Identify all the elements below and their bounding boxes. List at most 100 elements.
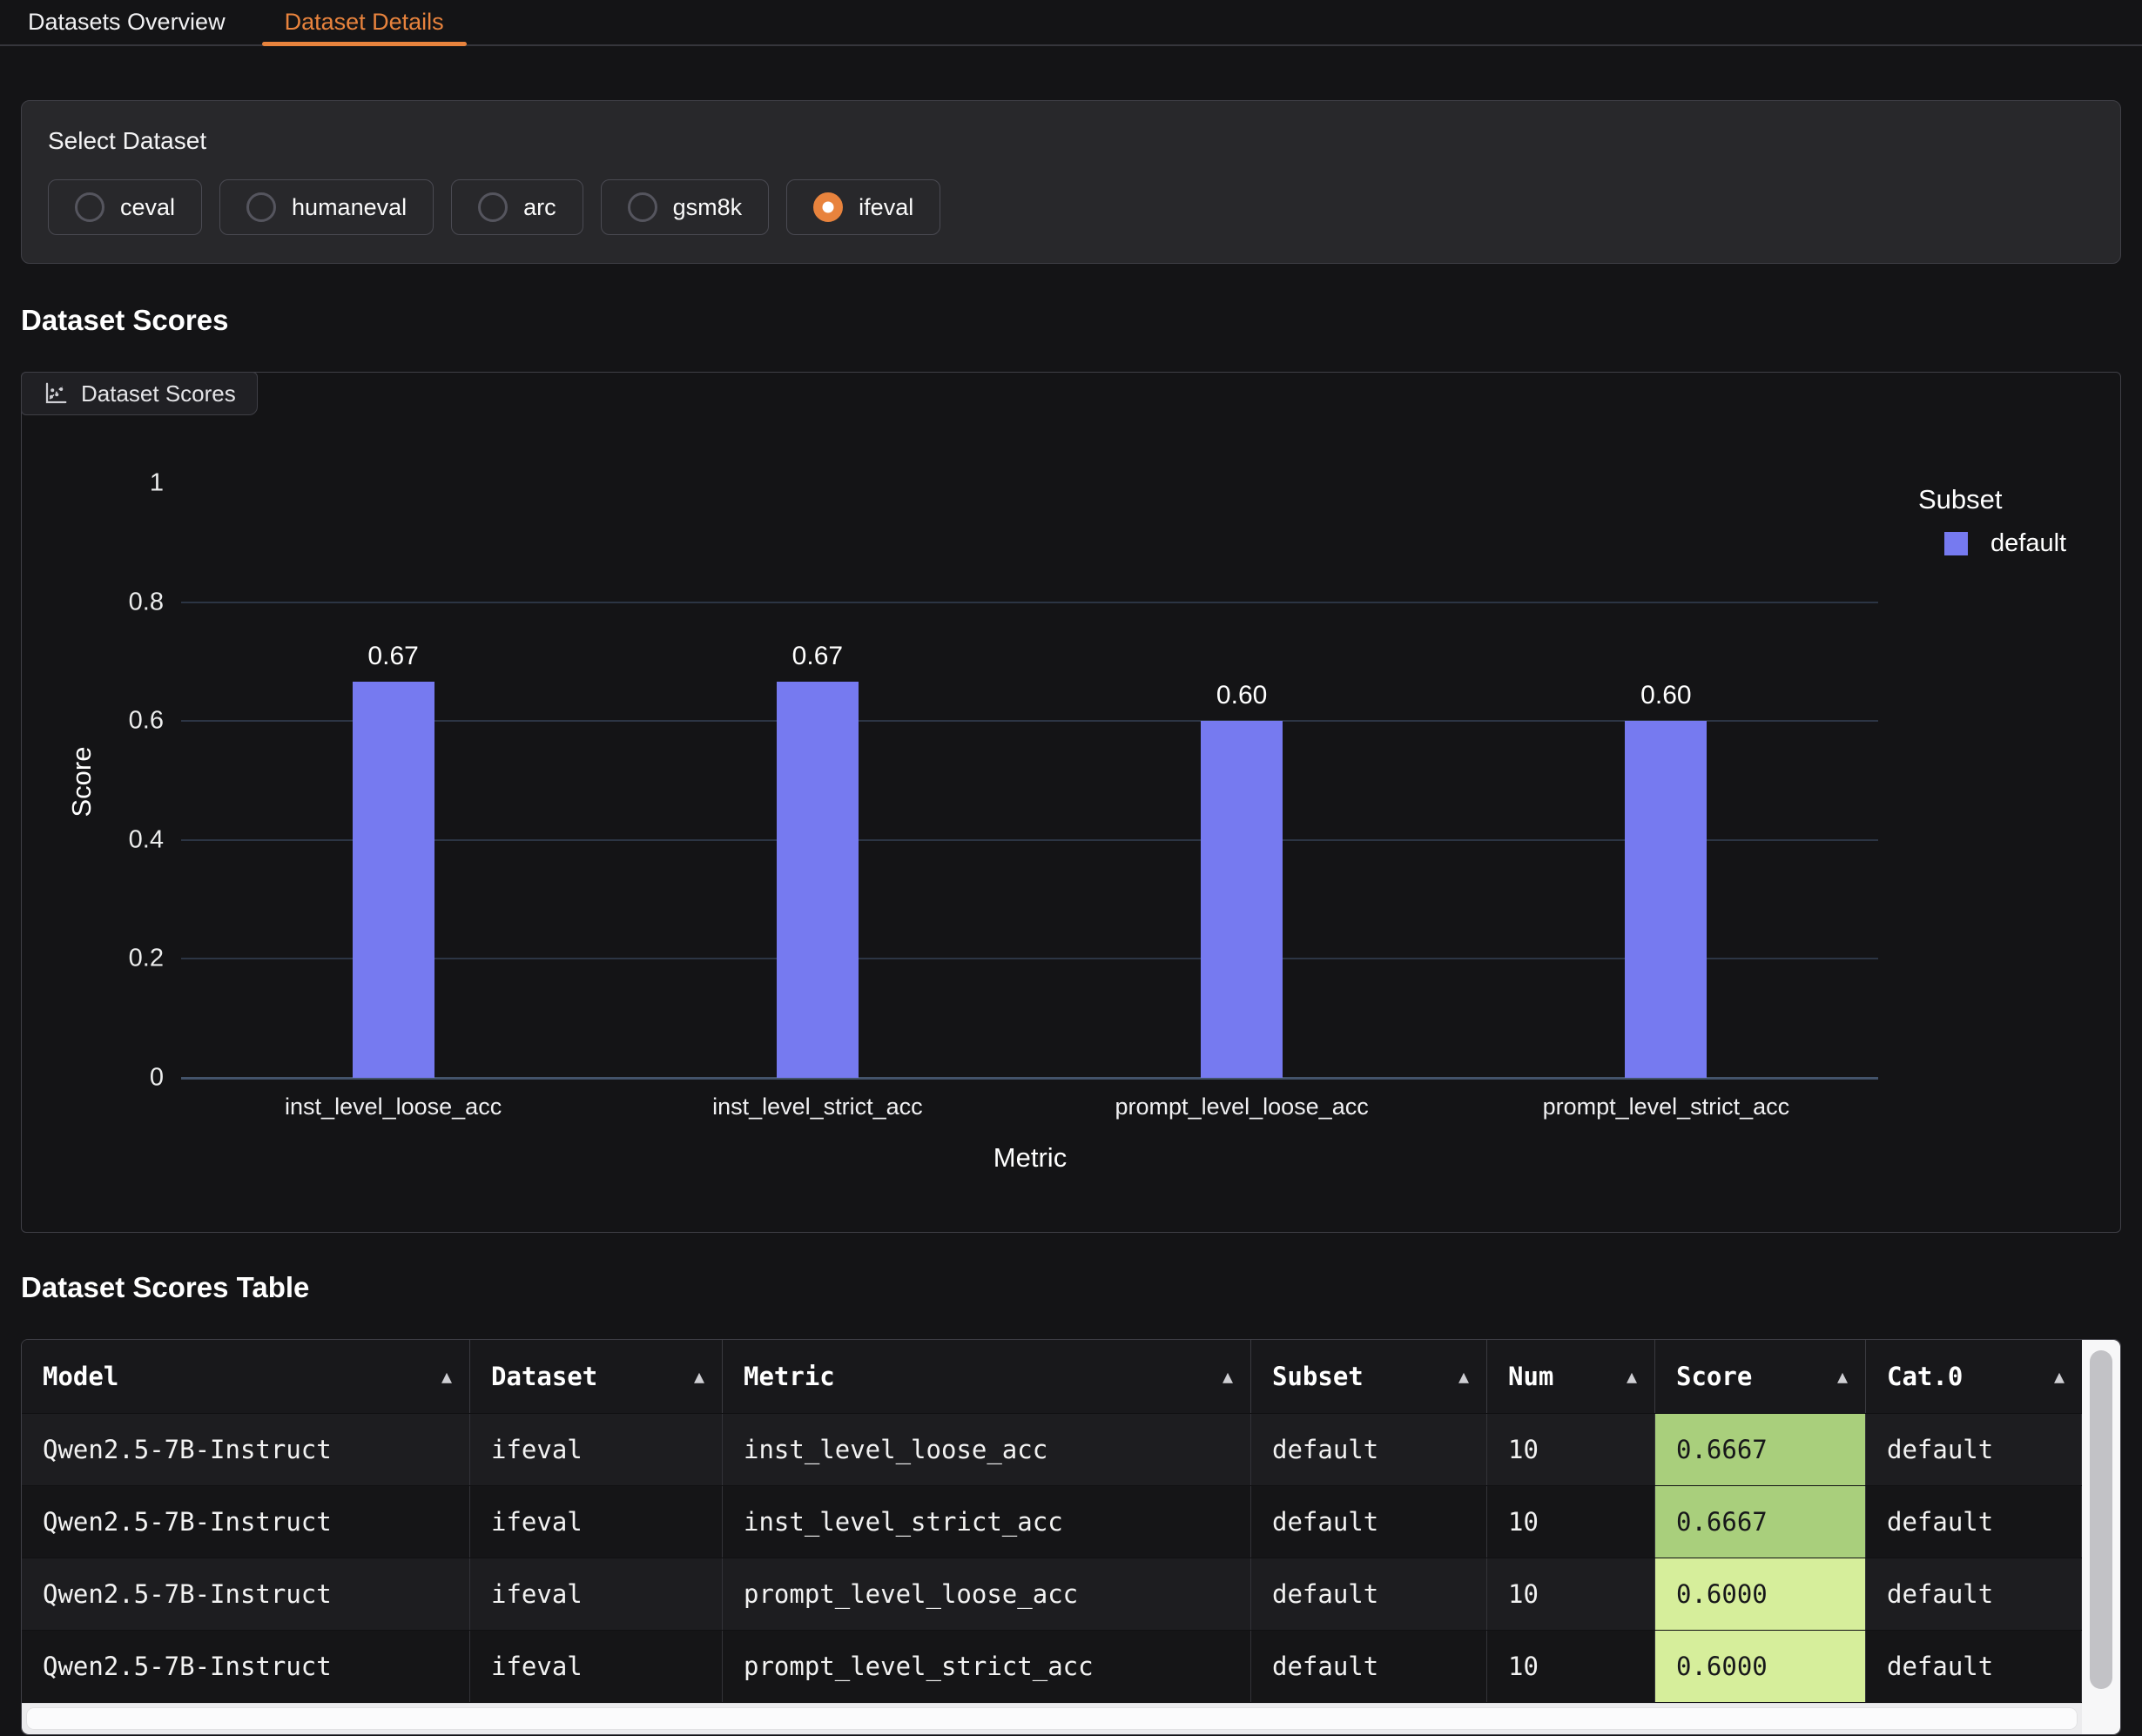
table-body: Qwen2.5-7B-Instructifevalinst_level_loos… bbox=[22, 1413, 2120, 1702]
table-cell: ifeval bbox=[470, 1631, 723, 1702]
sort-ascending-icon[interactable]: ▲ bbox=[441, 1366, 452, 1387]
column-header-metric[interactable]: Metric ▲ bbox=[723, 1340, 1251, 1413]
select-dataset-label: Select Dataset bbox=[48, 127, 2094, 155]
table-cell: Qwen2.5-7B-Instruct bbox=[22, 1558, 470, 1630]
table-cell: Qwen2.5-7B-Instruct bbox=[22, 1414, 470, 1485]
radio-option-humaneval[interactable]: humaneval bbox=[219, 179, 434, 235]
sort-ascending-icon[interactable]: ▲ bbox=[1627, 1366, 1637, 1387]
radio-option-arc[interactable]: arc bbox=[451, 179, 583, 235]
score-cell: 0.6667 bbox=[1655, 1414, 1866, 1485]
table-cell: ifeval bbox=[470, 1486, 723, 1558]
y-tick-label: 0.4 bbox=[129, 825, 164, 854]
table-header-row: Model▲Dataset▲Metric▲Subset▲Num▲Score▲Ca… bbox=[22, 1340, 2120, 1413]
scatter-plot-icon bbox=[43, 380, 69, 407]
table-row: Qwen2.5-7B-Instructifevalinst_level_stri… bbox=[22, 1485, 2120, 1558]
chart-legend: Subset default bbox=[1918, 484, 2066, 558]
radio-option-ifeval[interactable]: ifeval bbox=[786, 179, 940, 235]
table-horizontal-scrollbar[interactable] bbox=[22, 1703, 2082, 1734]
sort-ascending-icon[interactable]: ▲ bbox=[1223, 1366, 1233, 1387]
table-row: Qwen2.5-7B-Instructifevalprompt_level_st… bbox=[22, 1630, 2120, 1702]
table-cell: 10 bbox=[1487, 1631, 1655, 1702]
table-vertical-scrollbar[interactable] bbox=[2082, 1340, 2120, 1734]
table-row: Qwen2.5-7B-Instructifevalprompt_level_lo… bbox=[22, 1558, 2120, 1630]
table-cell: 10 bbox=[1487, 1414, 1655, 1485]
legend-item-default[interactable]: default bbox=[1918, 529, 2066, 558]
column-header-cat-0[interactable]: Cat.0 ▲ bbox=[1866, 1340, 2082, 1413]
score-cell: 0.6000 bbox=[1655, 1558, 1866, 1630]
sort-ascending-icon[interactable]: ▲ bbox=[1458, 1366, 1469, 1387]
bar-value-label: 0.67 bbox=[792, 642, 843, 671]
table-cell: 10 bbox=[1487, 1558, 1655, 1630]
column-header-label: Model bbox=[43, 1362, 118, 1391]
y-tick-label: 0.6 bbox=[129, 707, 164, 736]
table-cell: default bbox=[1866, 1414, 2082, 1485]
x-axis-title: Metric bbox=[994, 1142, 1067, 1174]
radio-unselected-icon bbox=[75, 192, 104, 222]
table-cell: prompt_level_strict_acc bbox=[723, 1631, 1251, 1702]
radio-selected-icon bbox=[813, 192, 843, 222]
table-cell: prompt_level_loose_acc bbox=[723, 1558, 1251, 1630]
sort-ascending-icon[interactable]: ▲ bbox=[1837, 1366, 1848, 1387]
bar-inst_level_loose_acc bbox=[353, 682, 434, 1078]
table-cell: ifeval bbox=[470, 1414, 723, 1485]
bar-inst_level_strict_acc bbox=[777, 682, 859, 1078]
radio-unselected-icon bbox=[246, 192, 276, 222]
chart-panel: Dataset Scores Score Metric Subset defau… bbox=[21, 372, 2121, 1233]
radio-option-gsm8k[interactable]: gsm8k bbox=[601, 179, 770, 235]
top-tab-bar: Datasets Overview Dataset Details bbox=[0, 0, 2142, 46]
tab-datasets-overview[interactable]: Datasets Overview bbox=[5, 0, 248, 44]
column-header-model[interactable]: Model ▲ bbox=[22, 1340, 470, 1413]
radio-option-label: humaneval bbox=[292, 194, 407, 221]
y-tick-label: 0.2 bbox=[129, 945, 164, 973]
column-header-subset[interactable]: Subset ▲ bbox=[1251, 1340, 1487, 1413]
x-tick-label: prompt_level_loose_acc bbox=[1115, 1093, 1369, 1120]
select-dataset-panel: Select Dataset ceval humaneval arc gsm8k ife… bbox=[21, 100, 2121, 264]
column-header-label: Metric bbox=[744, 1362, 835, 1391]
gridline bbox=[181, 720, 1878, 722]
score-cell: 0.6667 bbox=[1655, 1486, 1866, 1558]
column-header-label: Dataset bbox=[491, 1362, 597, 1391]
legend-title: Subset bbox=[1918, 484, 2066, 515]
table-cell: default bbox=[1251, 1414, 1487, 1485]
gridline bbox=[181, 958, 1878, 959]
bar-value-label: 0.60 bbox=[1640, 681, 1691, 710]
radio-option-ceval[interactable]: ceval bbox=[48, 179, 202, 235]
table-cell: default bbox=[1866, 1486, 2082, 1558]
column-header-label: Subset bbox=[1272, 1362, 1364, 1391]
vertical-scrollbar-thumb[interactable] bbox=[2090, 1350, 2112, 1689]
chart-tab-dataset-scores[interactable]: Dataset Scores bbox=[21, 372, 258, 415]
column-header-label: Num bbox=[1508, 1362, 1553, 1391]
gridline bbox=[181, 602, 1878, 603]
table-cell: Qwen2.5-7B-Instruct bbox=[22, 1631, 470, 1702]
x-tick-label: inst_level_loose_acc bbox=[285, 1093, 502, 1120]
x-tick-label: prompt_level_strict_acc bbox=[1543, 1093, 1790, 1120]
table-cell: default bbox=[1866, 1558, 2082, 1630]
legend-color-swatch bbox=[1944, 532, 1968, 555]
table-cell: ifeval bbox=[470, 1558, 723, 1630]
table-cell: default bbox=[1251, 1631, 1487, 1702]
radio-unselected-icon bbox=[478, 192, 508, 222]
horizontal-scrollbar-thumb[interactable] bbox=[26, 1707, 2078, 1730]
bar-value-label: 0.67 bbox=[367, 642, 418, 671]
score-cell: 0.6000 bbox=[1655, 1631, 1866, 1702]
column-header-label: Cat.0 bbox=[1887, 1362, 1963, 1391]
table-cell: default bbox=[1251, 1486, 1487, 1558]
legend-item-label: default bbox=[1990, 529, 2066, 558]
column-header-score[interactable]: Score▲ bbox=[1655, 1340, 1866, 1413]
table-cell: inst_level_strict_acc bbox=[723, 1486, 1251, 1558]
dataset-scores-table-heading: Dataset Scores Table bbox=[21, 1271, 2121, 1304]
dataset-scores-heading: Dataset Scores bbox=[21, 304, 2121, 337]
radio-option-label: gsm8k bbox=[673, 194, 743, 221]
column-header-dataset[interactable]: Dataset ▲ bbox=[470, 1340, 723, 1413]
column-header-num[interactable]: Num ▲ bbox=[1487, 1340, 1655, 1413]
table-cell: 10 bbox=[1487, 1486, 1655, 1558]
table-cell: inst_level_loose_acc bbox=[723, 1414, 1251, 1485]
x-axis-line bbox=[181, 1077, 1878, 1080]
tab-dataset-details[interactable]: Dataset Details bbox=[262, 0, 467, 44]
table-row: Qwen2.5-7B-Instructifevalinst_level_loos… bbox=[22, 1413, 2120, 1485]
sort-ascending-icon[interactable]: ▲ bbox=[2054, 1366, 2065, 1387]
radio-unselected-icon bbox=[628, 192, 657, 222]
dataset-scores-table: Model▲Dataset▲Metric▲Subset▲Num▲Score▲Ca… bbox=[21, 1339, 2121, 1735]
radio-option-label: arc bbox=[523, 194, 556, 221]
sort-ascending-icon[interactable]: ▲ bbox=[694, 1366, 704, 1387]
